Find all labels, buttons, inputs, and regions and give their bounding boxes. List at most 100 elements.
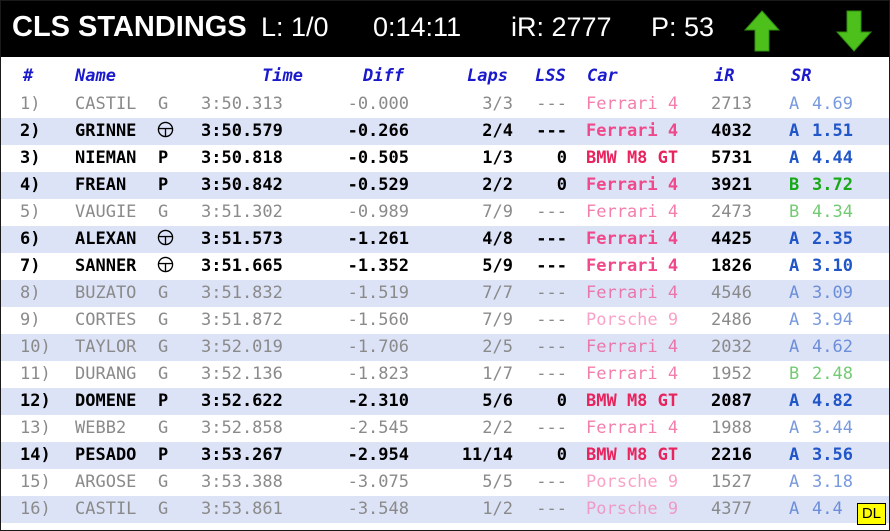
steering-wheel-icon: [157, 229, 174, 246]
row-position: 2): [20, 121, 41, 141]
lss-value: 0: [556, 391, 567, 411]
safety-rating-value: 4.4: [812, 499, 843, 519]
up-arrow-icon[interactable]: [744, 10, 780, 52]
license-class: A: [789, 391, 800, 411]
table-row[interactable]: 3) NIEMAN P 3:50.818 -0.505 1/3 0 BMW M8 GT 5731…: [1, 145, 889, 172]
car-model: Ferrari 4: [586, 283, 679, 303]
safety-rating-value: 3.44: [812, 418, 853, 438]
lss-value: 0: [556, 175, 567, 195]
lap-time: 3:52.622: [201, 391, 283, 411]
gap-diff: -0.000: [347, 94, 409, 114]
car-model: Ferrari 4: [586, 364, 679, 384]
car-model: Porsche 9: [586, 310, 679, 330]
laps-count: 11/14: [461, 445, 513, 465]
gap-diff: -1.823: [347, 364, 409, 384]
lss-value: ---: [536, 364, 567, 384]
dl-badge: DL: [856, 503, 886, 525]
table-row[interactable]: 1) CASTIL G 3:50.313 -0.000 3/3 --- Ferrari 4 27…: [1, 91, 889, 118]
irating-value: 4032: [711, 121, 752, 141]
lap-counter: L: 1/0: [261, 12, 329, 42]
laps-count: 1/7: [482, 364, 513, 384]
safety-rating-value: 3.94: [812, 310, 853, 330]
lss-value: ---: [536, 94, 567, 114]
table-row[interactable]: 7) SANNER 3:51.665 -1.352 5/9 --- Ferrari 4 182…: [1, 253, 889, 280]
lss-value: ---: [536, 472, 567, 492]
row-position: 10): [20, 337, 51, 357]
lss-value: ---: [536, 418, 567, 438]
driver-name: VAUGIE: [75, 202, 137, 222]
driver-name: CASTIL: [75, 94, 137, 114]
driver-class: G: [158, 472, 169, 492]
laps-count: 4/8: [482, 229, 513, 249]
car-model: Ferrari 4: [586, 418, 679, 438]
row-position: 13): [20, 418, 51, 438]
table-row[interactable]: 5) VAUGIE G 3:51.302 -0.989 7/9 --- Ferrari 4 24…: [1, 199, 889, 226]
column-header-row: # Name Time Diff Laps LSS Car iR SR: [1, 66, 889, 90]
lap-time: 3:50.818: [201, 148, 283, 168]
car-model: Ferrari 4: [586, 337, 679, 357]
table-row[interactable]: 14) PESADO P 3:53.267 -2.954 11/14 0 BMW M8 GT 2…: [1, 442, 889, 469]
gap-diff: -0.505: [347, 148, 409, 168]
table-row[interactable]: 6) ALEXAN 3:51.573 -1.261 4/8 --- Ferrari 4 442…: [1, 226, 889, 253]
column-header-diff: Diff: [363, 66, 404, 86]
lap-time: 3:50.313: [201, 94, 283, 114]
driver-class: G: [158, 499, 169, 519]
driver-name: WEBB2: [75, 418, 127, 438]
gap-diff: -3.075: [347, 472, 409, 492]
safety-rating-value: 3.09: [812, 283, 853, 303]
driver-class: G: [158, 418, 169, 438]
driver-name: DOMENE: [75, 391, 137, 411]
position-readout: P: 53: [651, 12, 715, 42]
lap-time: 3:53.388: [201, 472, 283, 492]
lap-time: 3:51.573: [201, 229, 283, 249]
driver-class: G: [158, 337, 169, 357]
license-class: A: [789, 121, 800, 141]
lss-value: ---: [536, 283, 567, 303]
safety-rating-value: 4.44: [812, 148, 853, 168]
car-model: BMW M8 GT: [586, 148, 679, 168]
table-row[interactable]: 12) DOMENE P 3:52.622 -2.310 5/6 0 BMW M8 GT 208…: [1, 388, 889, 415]
license-class: A: [789, 337, 800, 357]
table-row[interactable]: 9) CORTES G 3:51.872 -1.560 7/9 --- Porsche 9 24…: [1, 307, 889, 334]
table-row[interactable]: 8) BUZATO G 3:51.832 -1.519 7/7 --- Ferrari 4 45…: [1, 280, 889, 307]
row-position: 7): [20, 256, 41, 276]
table-row[interactable]: 4) FREAN P 3:50.842 -0.529 2/2 0 Ferrari 4 3921 B…: [1, 172, 889, 199]
irating-value: 1826: [711, 256, 752, 276]
license-class: A: [789, 499, 800, 519]
lss-value: ---: [536, 202, 567, 222]
irating-value: 4377: [711, 499, 752, 519]
car-model: Ferrari 4: [586, 229, 679, 249]
table-row[interactable]: 11) DURANG G 3:52.136 -1.823 1/7 --- Ferrari 4 1…: [1, 361, 889, 388]
driver-class: G: [158, 202, 169, 222]
table-row[interactable]: 13) WEBB2 G 3:52.858 -2.545 2/2 --- Ferrari 4 19…: [1, 415, 889, 442]
irating-value: 2216: [711, 445, 752, 465]
license-class: A: [789, 256, 800, 276]
laps-count: 2/2: [482, 418, 513, 438]
laps-count: 2/5: [482, 337, 513, 357]
safety-rating-value: 3.10: [812, 256, 853, 276]
table-row[interactable]: 10) TAYLOR G 3:52.019 -1.706 2/5 --- Ferrari 4 2…: [1, 334, 889, 361]
row-position: 16): [20, 499, 51, 519]
gap-diff: -0.989: [347, 202, 409, 222]
table-row[interactable]: 16) CASTIL G 3:53.861 -3.548 1/2 --- Porsche 9 4…: [1, 496, 889, 523]
irating-readout: iR: 2777: [511, 12, 612, 42]
irating-value: 3921: [711, 175, 752, 195]
license-class: A: [789, 229, 800, 249]
down-arrow-icon[interactable]: [836, 10, 872, 52]
license-class: A: [789, 283, 800, 303]
driver-name: GRINNE: [75, 121, 137, 141]
table-row[interactable]: 2) GRINNE 3:50.579 -0.266 2/4 --- Ferrari 4 403…: [1, 118, 889, 145]
lap-time: 3:52.136: [201, 364, 283, 384]
license-class: A: [789, 472, 800, 492]
column-header-time: Time: [262, 66, 303, 86]
table-row[interactable]: 15) ARGOSE G 3:53.388 -3.075 5/5 --- Porsche 9 1…: [1, 469, 889, 496]
laps-count: 3/3: [482, 94, 513, 114]
license-class: B: [789, 175, 800, 195]
gap-diff: -2.310: [347, 391, 409, 411]
irating-value: 2087: [711, 391, 752, 411]
row-position: 8): [20, 283, 41, 303]
safety-rating-value: 4.69: [812, 94, 853, 114]
car-model: Porsche 9: [586, 499, 679, 519]
page-title: CLS STANDINGS: [12, 11, 247, 43]
driver-name: BUZATO: [75, 283, 137, 303]
